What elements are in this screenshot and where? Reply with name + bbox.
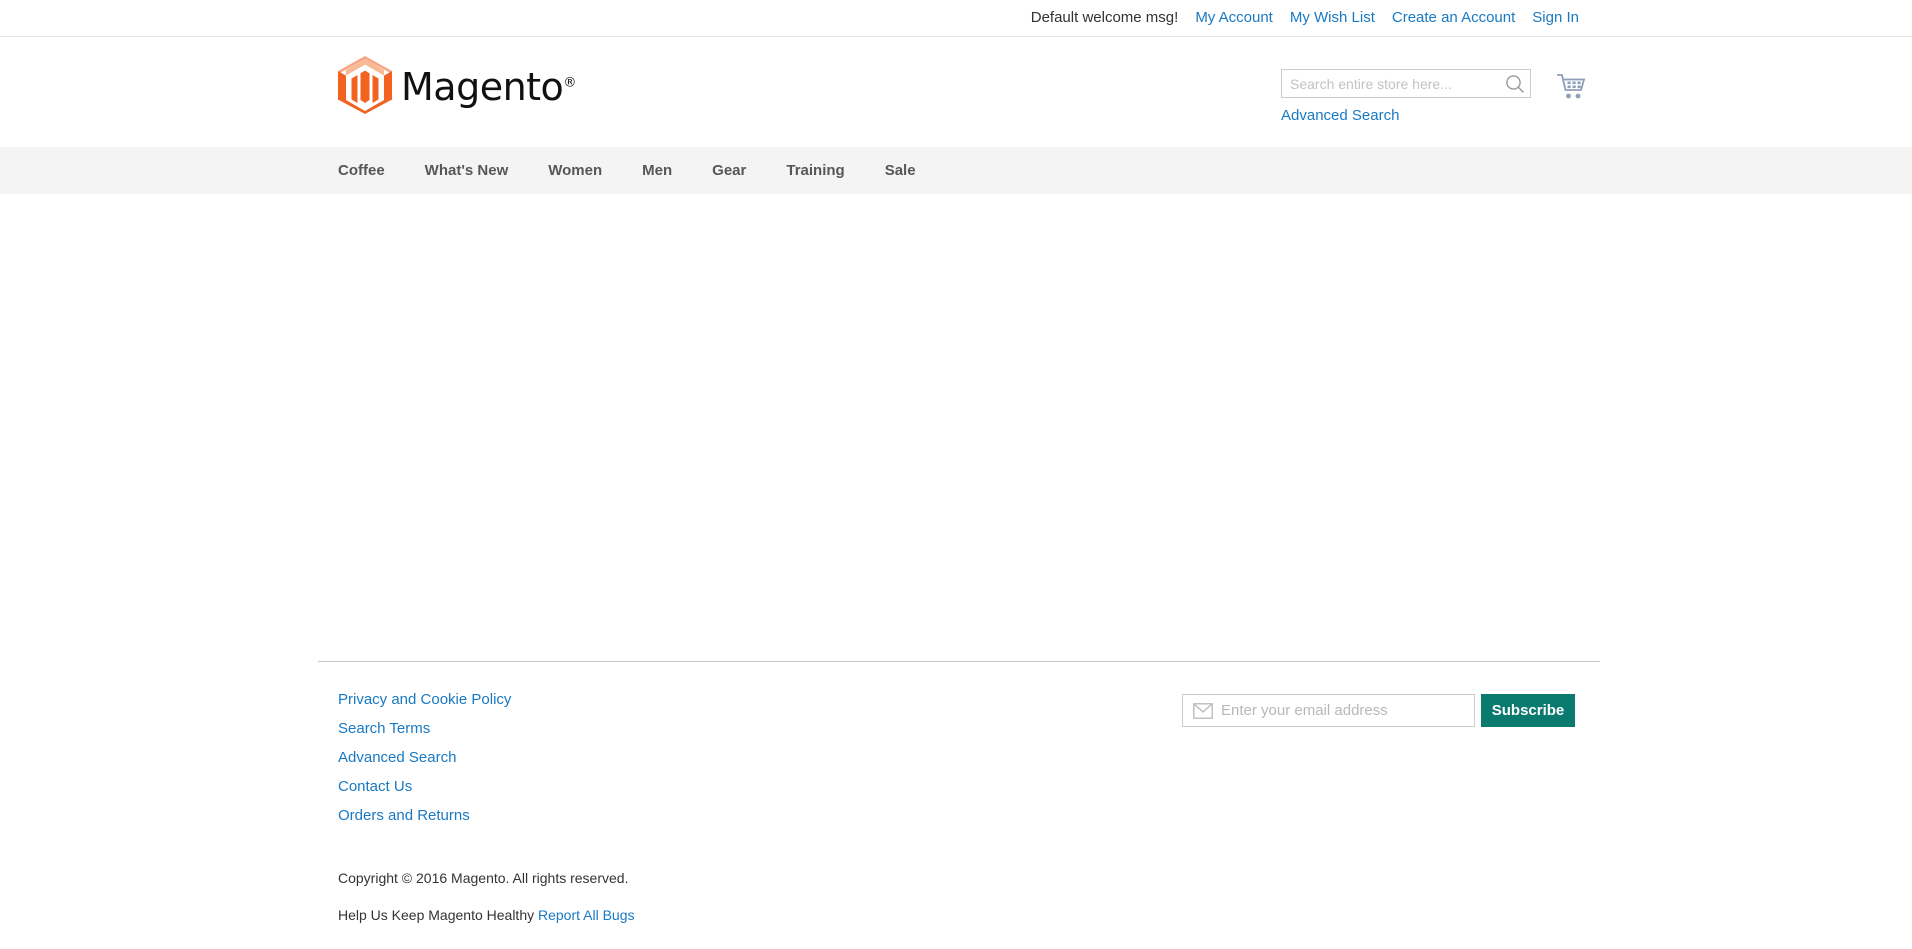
- advanced-search-link[interactable]: Advanced Search: [1281, 107, 1399, 124]
- subscribe-button[interactable]: Subscribe: [1481, 694, 1575, 727]
- logo-wordmark-text: Magento: [401, 65, 564, 109]
- footer-link-contact-us[interactable]: Contact Us: [338, 778, 412, 795]
- nav-item-coffee[interactable]: Coffee: [338, 147, 405, 194]
- report-bugs-line: Help Us Keep Magento Healthy Report All …: [338, 907, 635, 923]
- page-footer: Privacy and Cookie Policy Search Terms A…: [0, 649, 1912, 949]
- footer-link-advanced-search[interactable]: Advanced Search: [338, 749, 456, 766]
- footer-link-list: Privacy and Cookie Policy Search Terms A…: [338, 691, 511, 836]
- main-navigation: Coffee What's New Women Men Gear Trainin…: [0, 147, 1912, 194]
- nav-item-whats-new[interactable]: What's New: [405, 147, 529, 194]
- search-input[interactable]: [1282, 70, 1497, 97]
- footer-link-orders-and-returns[interactable]: Orders and Returns: [338, 807, 470, 824]
- top-panel: Default welcome msg! My Account My Wish …: [0, 0, 1912, 37]
- nav-item-women[interactable]: Women: [528, 147, 622, 194]
- my-account-link[interactable]: My Account: [1195, 0, 1273, 36]
- search-icon: [1506, 75, 1524, 93]
- nav-item-gear[interactable]: Gear: [692, 147, 766, 194]
- list-item: Search Terms: [338, 720, 511, 738]
- main-content-area: [0, 194, 1912, 649]
- create-account-link[interactable]: Create an Account: [1392, 0, 1515, 36]
- magento-logo[interactable]: Magento®: [338, 56, 576, 114]
- registered-mark-icon: ®: [563, 75, 576, 91]
- search-submit-button[interactable]: [1504, 73, 1526, 95]
- newsletter-email-input[interactable]: [1213, 696, 1474, 725]
- top-panel-links: Default welcome msg! My Account My Wish …: [1031, 0, 1579, 36]
- my-wish-list-link[interactable]: My Wish List: [1290, 0, 1375, 36]
- magento-hexagon-icon: [338, 56, 392, 114]
- page-header: Magento® Advanced Search: [0, 37, 1912, 147]
- list-item: Advanced Search: [338, 749, 511, 767]
- logo-wordmark: Magento®: [401, 65, 576, 109]
- report-bugs-text: Help Us Keep Magento Healthy: [338, 907, 538, 923]
- minicart-link[interactable]: [1556, 73, 1588, 101]
- list-item: Orders and Returns: [338, 807, 511, 825]
- search-area: Advanced Search: [1281, 69, 1531, 125]
- search-field[interactable]: [1281, 69, 1531, 98]
- shopping-cart-icon: [1557, 74, 1586, 99]
- nav-item-men[interactable]: Men: [622, 147, 692, 194]
- list-item: Contact Us: [338, 778, 511, 796]
- newsletter-field[interactable]: [1182, 694, 1475, 727]
- copyright-text: Copyright © 2016 Magento. All rights res…: [338, 870, 629, 886]
- footer-divider: [318, 661, 1600, 662]
- nav-items: Coffee What's New Women Men Gear Trainin…: [338, 147, 936, 194]
- nav-item-training[interactable]: Training: [766, 147, 864, 194]
- footer-link-search-terms[interactable]: Search Terms: [338, 720, 430, 737]
- report-all-bugs-link[interactable]: Report All Bugs: [538, 907, 635, 923]
- storefront-page: Default welcome msg! My Account My Wish …: [0, 0, 1912, 949]
- newsletter-signup: Subscribe: [1182, 694, 1575, 727]
- list-item: Privacy and Cookie Policy: [338, 691, 511, 709]
- welcome-message: Default welcome msg!: [1030, 9, 1179, 26]
- footer-link-privacy-policy[interactable]: Privacy and Cookie Policy: [338, 691, 511, 708]
- sign-in-link[interactable]: Sign In: [1532, 0, 1579, 36]
- nav-item-sale[interactable]: Sale: [865, 147, 936, 194]
- envelope-icon: [1193, 702, 1213, 719]
